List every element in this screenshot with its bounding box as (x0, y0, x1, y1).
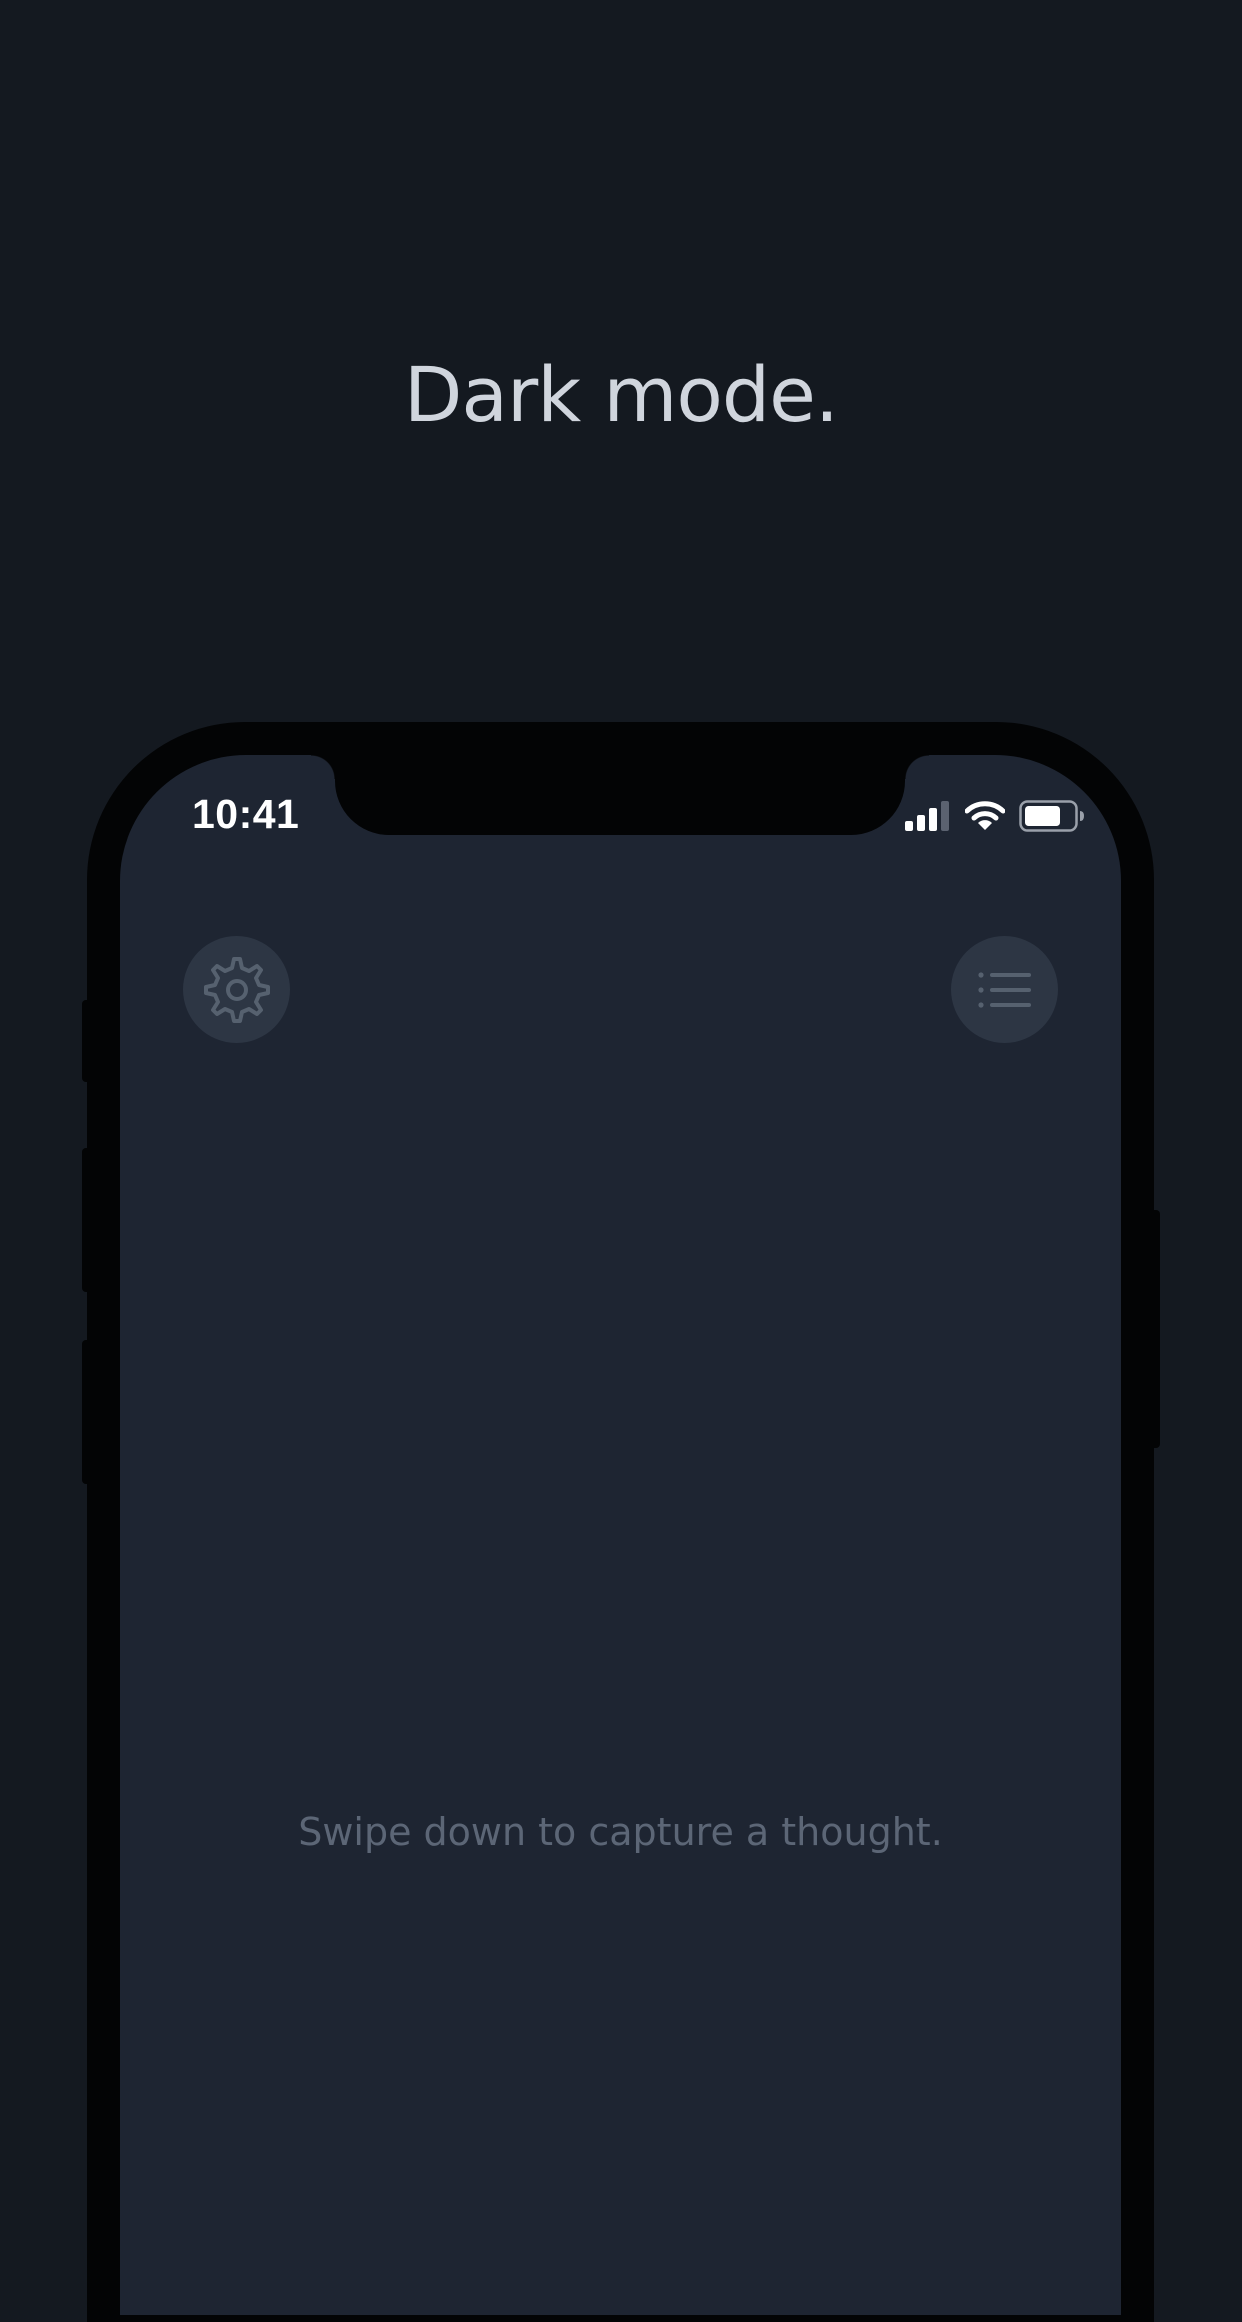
status-bar-time: 10:41 (192, 791, 300, 837)
phone-screen: 10:41 Swipe down to capture a thought. (120, 755, 1121, 2315)
app-store-screenshot: { "promo": { "headline": "Dark mode." },… (0, 0, 1242, 2322)
wifi-icon (965, 801, 1005, 830)
list-icon (977, 971, 1031, 1008)
list-button[interactable] (951, 936, 1058, 1043)
status-bar-icons (905, 799, 1085, 833)
gear-icon (203, 956, 270, 1023)
battery-icon (1019, 800, 1084, 832)
settings-button[interactable] (183, 936, 290, 1043)
phone-notch (311, 755, 929, 835)
empty-state-hint: Swipe down to capture a thought. (298, 1810, 943, 1854)
cellular-signal-icon (905, 801, 949, 831)
promo-headline: Dark mode. (403, 350, 839, 439)
